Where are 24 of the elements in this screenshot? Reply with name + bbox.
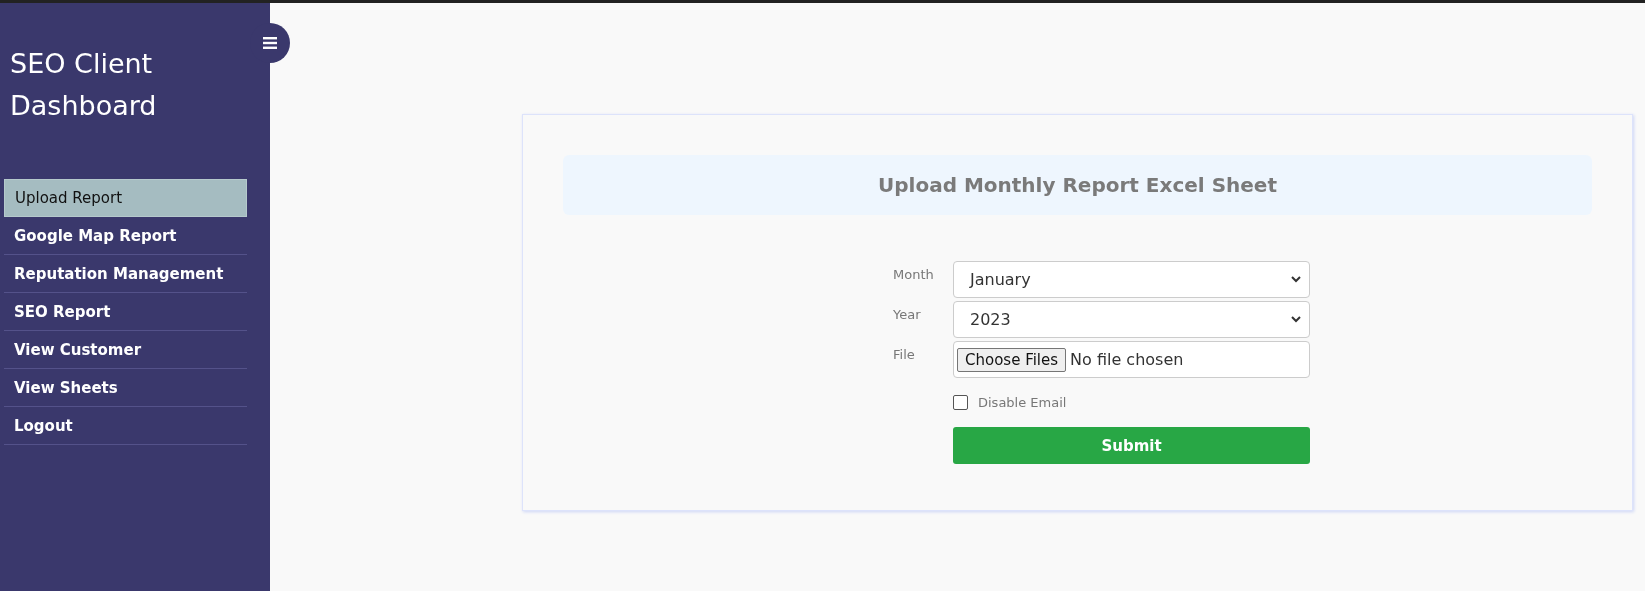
- sidebar-item[interactable]: View Customer: [4, 331, 247, 369]
- chevron-down-icon: [1291, 276, 1301, 283]
- dropdown-value: January: [970, 270, 1031, 289]
- sidebar-item[interactable]: Reputation Management: [4, 255, 247, 293]
- sidebar-item[interactable]: SEO Report: [4, 293, 247, 331]
- field-label: Year: [893, 306, 922, 324]
- file-field[interactable]: Choose Files No file chosen: [953, 341, 1310, 378]
- dropdown[interactable]: January: [953, 261, 1310, 298]
- form-heading: Upload Monthly Report Excel Sheet: [563, 155, 1592, 215]
- sidebar-item[interactable]: View Sheets: [4, 369, 247, 407]
- sidebar-item[interactable]: Upload Report: [4, 179, 247, 217]
- dropdown-value: 2023: [970, 310, 1011, 329]
- field-label: File: [893, 346, 916, 364]
- checkbox-label: Disable Email: [978, 395, 1067, 410]
- field-label: Month: [893, 266, 935, 284]
- checkbox[interactable]: [953, 395, 968, 410]
- sidebar-title: SEO Client Dashboard: [9, 47, 158, 123]
- sidebar-item[interactable]: Google Map Report: [4, 217, 247, 255]
- menu-icon: [263, 37, 277, 49]
- chevron-down-icon: [1291, 316, 1301, 323]
- choose-files-button[interactable]: Choose Files: [957, 347, 1067, 372]
- file-status: No file chosen: [1070, 350, 1184, 369]
- sidebar-item[interactable]: Logout: [4, 407, 247, 445]
- dropdown[interactable]: 2023: [953, 301, 1310, 338]
